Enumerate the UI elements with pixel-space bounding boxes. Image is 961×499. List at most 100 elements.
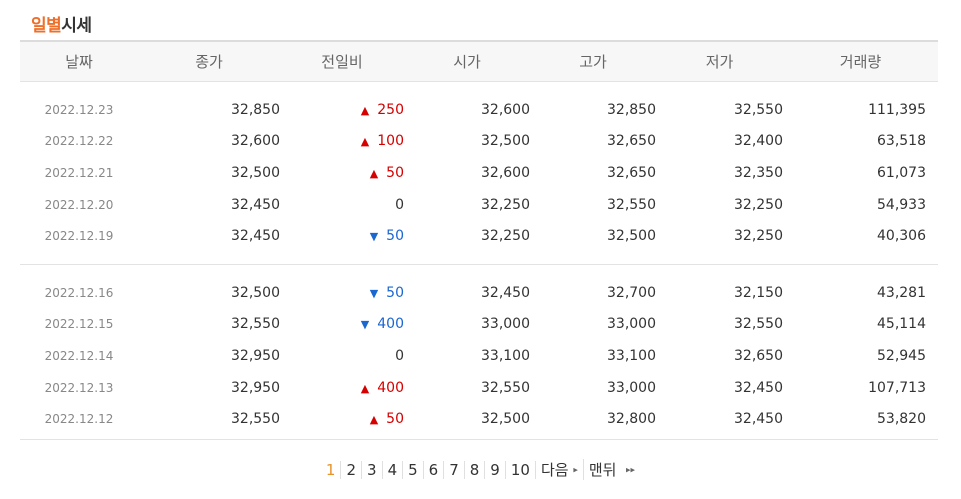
daily-price-table: 날짜 종가 전일비 시가 고가 저가 거래량 2022.12.23 32,850 ▲… [20,40,938,435]
next-page-link[interactable]: 다음 ▸ [536,459,584,480]
change-value: 0 [395,347,404,364]
cell-low: 32,450 [734,379,783,396]
cell-date: 2022.12.12 [44,412,114,427]
row-spacer [20,82,938,95]
change-value: 50 [386,284,404,301]
header-open: 시가 [453,53,481,71]
cell-high: 32,700 [607,284,656,301]
cell-open: 32,500 [481,133,530,150]
page-link-9[interactable]: 9 [485,461,506,479]
cell-date: 2022.12.20 [44,197,114,212]
cell-date: 2022.12.19 [44,229,114,244]
cell-close: 32,550 [231,316,280,333]
daily-price-table-panel: 날짜 종가 전일비 시가 고가 저가 거래량 2022.12.23 32,850 ▲… [20,40,938,435]
cell-low: 32,350 [734,164,783,181]
next-label: 다음 [540,461,569,479]
header-high: 고가 [579,53,607,71]
change-value: 400 [377,379,404,396]
cell-open: 32,250 [481,228,530,245]
page-link-4[interactable]: 4 [383,461,404,479]
up-triangle-icon: ▲ [360,135,370,149]
cell-volume: 53,820 [877,411,926,428]
cell-date: 2022.12.16 [44,285,114,300]
header-close: 종가 [195,53,223,71]
cell-low: 32,550 [734,101,783,118]
last-page-link[interactable]: 맨뒤 ▸▸ [584,459,640,480]
cell-high: 32,650 [607,164,656,181]
cell-volume: 52,945 [877,347,926,364]
row-spacer-cell [20,251,938,265]
cell-change: ▼ 50 [280,220,404,252]
last-label: 맨뒤 [588,461,617,479]
change-value: 50 [386,411,404,428]
cell-open: 32,250 [481,196,530,213]
table-row: 2022.12.22 32,600 ▲ 100 32,500 32,650 32,400 63… [20,126,938,158]
section-title-accent: 일별 [31,16,62,36]
cell-date: 2022.12.14 [44,348,114,363]
cell-open: 32,600 [481,101,530,118]
change-value: 0 [395,196,404,213]
down-triangle-icon: ▼ [369,286,379,300]
table-row: 2022.12.15 32,550 ▼ 400 33,000 33,000 32,550 45… [20,309,938,341]
page-link-7[interactable]: 7 [444,461,465,479]
cell-close: 32,950 [231,379,280,396]
table-row: 2022.12.16 32,500 ▼ 50 32,450 32,700 32,150 43,… [20,277,938,309]
cell-low: 32,550 [734,316,783,333]
cell-open: 33,000 [481,316,530,333]
cell-change: ▼ 400 [280,309,404,341]
cell-high: 32,850 [607,101,656,118]
table-row: 2022.12.20 32,450 0 32,250 32,550 32,250 54,93… [20,189,938,221]
cell-high: 32,500 [607,228,656,245]
down-triangle-icon: ▼ [360,318,370,332]
up-triangle-icon: ▲ [369,413,379,427]
page-link-2[interactable]: 2 [341,461,363,479]
cell-open: 33,100 [481,347,530,364]
page-link-8[interactable]: 8 [465,461,486,479]
page-link-1[interactable]: 1 [321,461,342,479]
cell-close: 32,950 [231,347,280,364]
cell-volume: 54,933 [877,196,926,213]
cell-high: 33,000 [607,316,656,333]
cell-high: 33,100 [607,347,656,364]
last-arrow-icon: ▸▸ [626,465,636,476]
cell-high: 32,800 [607,411,656,428]
cell-low: 32,250 [734,196,783,213]
page-link-6[interactable]: 6 [424,461,445,479]
up-triangle-icon: ▲ [369,166,379,180]
table-row: 2022.12.21 32,500 ▲ 50 32,600 32,650 32,350 61,… [20,157,938,189]
cell-change: ▲ 400 [280,372,404,404]
cell-close: 32,500 [231,284,280,301]
cell-high: 32,650 [607,133,656,150]
row-spacer-cell [20,264,938,277]
table-header-row: 날짜 종가 전일비 시가 고가 저가 거래량 [20,41,938,82]
change-value: 250 [377,101,404,118]
cell-close: 32,550 [231,411,280,428]
row-spacer [20,251,938,265]
page-link-5[interactable]: 5 [403,461,424,479]
header-date: 날짜 [65,53,93,71]
cell-volume: 40,306 [877,228,926,245]
table-row: 2022.12.14 32,950 0 33,100 33,100 32,650 52,94… [20,340,938,372]
section-title-rest: 시세 [61,16,92,36]
change-value: 100 [377,133,404,150]
change-value: 50 [386,164,404,181]
cell-open: 32,450 [481,284,530,301]
row-spacer [20,264,938,277]
cell-volume: 61,073 [877,164,926,181]
page-link-3[interactable]: 3 [362,461,383,479]
table-row: 2022.12.19 32,450 ▼ 50 32,250 32,500 32,250 40,… [20,220,938,252]
cell-close: 32,500 [231,164,280,181]
cell-low: 32,250 [734,228,783,245]
cell-date: 2022.12.22 [44,134,114,149]
header-change: 전일비 [321,53,363,71]
cell-low: 32,400 [734,133,783,150]
page-link-10[interactable]: 10 [506,461,536,479]
cell-change: ▲ 250 [280,94,404,126]
table-body: 2022.12.23 32,850 ▲ 250 32,600 32,850 32,550 11… [20,82,938,435]
up-triangle-icon: ▲ [360,381,370,395]
cell-low: 32,650 [734,347,783,364]
up-triangle-icon: ▲ [360,103,370,117]
cell-low: 32,150 [734,284,783,301]
cell-close: 32,450 [231,228,280,245]
cell-close: 32,850 [231,101,280,118]
